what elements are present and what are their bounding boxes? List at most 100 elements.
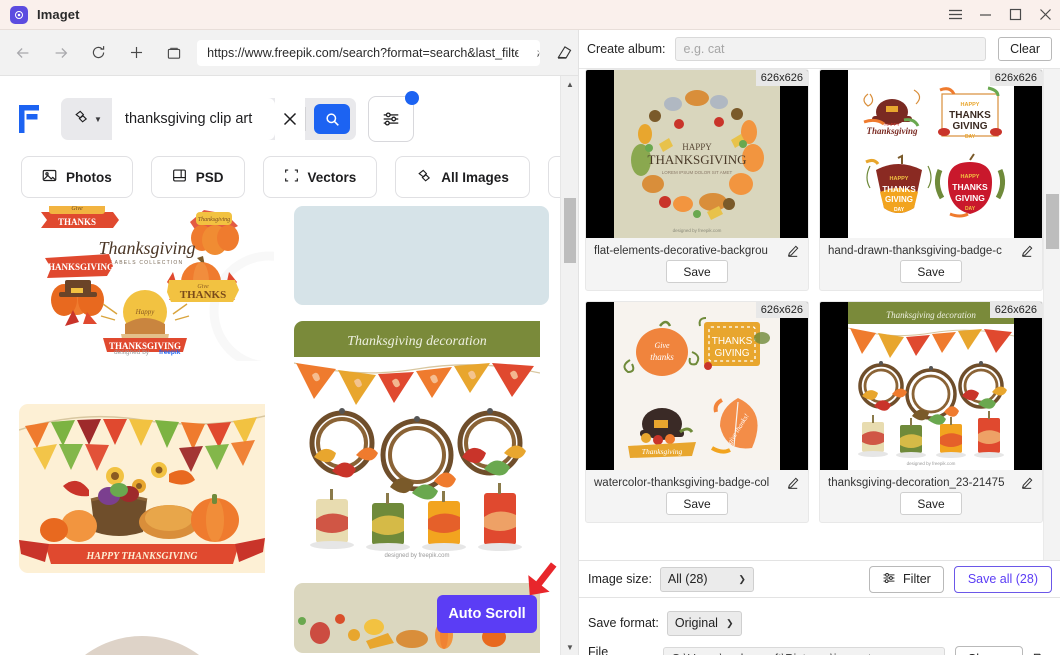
svg-text:designed by freepik.com: designed by freepik.com bbox=[384, 553, 449, 559]
result-card-partial-bottom[interactable] bbox=[19, 613, 274, 655]
clear-button-label: Clear bbox=[1010, 42, 1040, 56]
svg-text:THANKS: THANKS bbox=[882, 185, 916, 194]
file-location-input[interactable]: C:\Users\mobeesoft\Pictures\imaget bbox=[663, 646, 946, 655]
watercolor-badges-artwork: Give thanks THANKS GIVING Thanksgiving g… bbox=[614, 302, 780, 470]
plus-icon[interactable] bbox=[121, 38, 151, 68]
filter-sliders-icon bbox=[383, 112, 399, 126]
tab-psd[interactable]: PSD bbox=[150, 156, 245, 198]
freepik-logo-icon[interactable] bbox=[17, 103, 47, 135]
search-filter-button[interactable] bbox=[368, 91, 419, 142]
image-filename: watercolor-thanksgiving-badge-col bbox=[594, 476, 770, 489]
svg-text:THANKS: THANKS bbox=[180, 289, 226, 301]
back-arrow-icon[interactable] bbox=[8, 38, 38, 68]
image-size-select[interactable]: All (28) ❯ bbox=[659, 566, 754, 592]
tab-vectors[interactable]: Vectors bbox=[262, 156, 378, 198]
pencil-edit-icon[interactable] bbox=[1021, 244, 1034, 257]
window-controls bbox=[940, 0, 1060, 30]
svg-text:Happy: Happy bbox=[135, 308, 156, 316]
tab-manager-icon[interactable] bbox=[159, 38, 189, 68]
image-card[interactable]: Thanksgiving decoration designed by free… bbox=[819, 301, 1043, 523]
save-button[interactable]: Save bbox=[666, 260, 728, 283]
image-card[interactable]: Give thanks THANKS GIVING Thanksgiving g… bbox=[585, 301, 809, 523]
eraser-icon[interactable] bbox=[550, 39, 578, 67]
red-pointer-arrow-icon bbox=[518, 560, 570, 607]
clear-button[interactable]: Clear bbox=[998, 37, 1052, 61]
dimensions-badge: 626x626 bbox=[989, 302, 1042, 318]
search-type-selector[interactable]: ▼ bbox=[61, 98, 112, 140]
image-card[interactable]: Thanksgiving HAPPY HAPPY THANKS GIVING D bbox=[819, 69, 1043, 291]
tab-all-images[interactable]: All Images bbox=[395, 156, 530, 198]
svg-text:Thanksgiving: Thanksgiving bbox=[99, 238, 196, 258]
dimensions-badge: 626x626 bbox=[755, 302, 808, 318]
image-meta-row: watercolor-thanksgiving-badge-col bbox=[586, 470, 808, 492]
forward-arrow-icon[interactable] bbox=[46, 38, 76, 68]
svg-text:HAPPY: HAPPY bbox=[961, 102, 980, 108]
webview-scroll-thumb[interactable] bbox=[564, 198, 576, 263]
svg-text:HAPPY: HAPPY bbox=[682, 142, 712, 152]
chevron-down-icon: ❯ bbox=[725, 617, 734, 628]
address-bar[interactable]: https://www.freepik.com/search?format=se… bbox=[197, 39, 541, 66]
freepik-type-tabs: Photos PSD Vectors All Images bbox=[0, 148, 578, 206]
minimize-icon[interactable] bbox=[970, 0, 1000, 30]
scroll-up-arrow-icon[interactable]: ▲ bbox=[561, 76, 579, 92]
hamburger-menu-icon[interactable] bbox=[940, 0, 970, 30]
panel-scroll-thumb[interactable] bbox=[1046, 194, 1059, 249]
create-album-row: Create album: e.g. cat Clear bbox=[579, 30, 1060, 69]
svg-text:GIVING: GIVING bbox=[955, 193, 985, 203]
change-location-button[interactable]: Change bbox=[955, 646, 1023, 655]
create-album-input[interactable]: e.g. cat bbox=[674, 37, 987, 61]
save-button-label: Save bbox=[917, 496, 945, 511]
folder-open-icon[interactable] bbox=[1033, 651, 1052, 655]
search-input[interactable]: thanksgiving clip art bbox=[111, 98, 275, 140]
search-results-grid: THANKS Give Thanksgiving Thanksgiving LA… bbox=[0, 206, 560, 655]
result-card-thanksgiving-labels[interactable]: THANKS Give Thanksgiving Thanksgiving LA… bbox=[19, 206, 274, 361]
panel-options-bar: Image size: All (28) ❯ Filter Save all (… bbox=[579, 560, 1060, 598]
search-submit-button[interactable] bbox=[314, 104, 350, 134]
all-images-icon bbox=[73, 109, 89, 130]
save-button[interactable]: Save bbox=[900, 260, 962, 283]
create-album-label: Create album: bbox=[587, 42, 666, 56]
image-meta-row: hand-drawn-thanksgiving-badge-c bbox=[820, 238, 1042, 260]
vector-icon bbox=[284, 168, 299, 186]
reload-icon[interactable] bbox=[84, 38, 114, 68]
result-card-placeholder[interactable] bbox=[294, 206, 549, 305]
harvest-banner-artwork: HAPPY THANKSGIVING bbox=[19, 404, 266, 573]
url-text: https://www.freepik.com/search?format=se… bbox=[207, 45, 541, 60]
svg-text:THANKS: THANKS bbox=[952, 182, 988, 192]
save-format-value: Original bbox=[674, 616, 718, 630]
tab-vectors-label: Vectors bbox=[307, 169, 357, 185]
pencil-edit-icon[interactable] bbox=[787, 476, 800, 489]
svg-text:HAPPY: HAPPY bbox=[961, 174, 980, 180]
image-thumbnail[interactable]: Thanksgiving HAPPY HAPPY THANKS GIVING D bbox=[820, 70, 1042, 238]
save-format-select[interactable]: Original ❯ bbox=[666, 610, 742, 636]
save-button[interactable]: Save bbox=[666, 492, 728, 515]
dimensions-badge: 626x626 bbox=[755, 70, 808, 86]
clear-search-icon[interactable] bbox=[275, 98, 305, 140]
dimensions-badge: 626x626 bbox=[989, 70, 1042, 86]
image-card[interactable]: HAPPY THANKSGIVING LOREM IPSUM DOLOR SIT… bbox=[585, 69, 809, 291]
url-fade bbox=[518, 42, 539, 63]
pencil-edit-icon[interactable] bbox=[1021, 476, 1034, 489]
image-thumbnail[interactable]: Give thanks THANKS GIVING Thanksgiving g… bbox=[586, 302, 808, 470]
image-thumbnail[interactable]: Thanksgiving decoration designed by free… bbox=[820, 302, 1042, 470]
image-meta-row: thanksgiving-decoration_23-21475 bbox=[820, 470, 1042, 492]
close-icon[interactable] bbox=[1030, 0, 1060, 30]
result-card-thanksgiving-decoration[interactable]: Thanksgiving decoration designed by free… bbox=[294, 321, 549, 561]
save-all-button[interactable]: Save all (28) bbox=[953, 565, 1052, 593]
filter-button[interactable]: Filter bbox=[869, 565, 944, 593]
svg-text:THANKS: THANKS bbox=[949, 110, 991, 121]
search-query-text: thanksgiving clip art bbox=[124, 111, 253, 127]
save-format-row: Save format: Original ❯ bbox=[579, 608, 1060, 638]
panel-scrollbar[interactable] bbox=[1043, 69, 1060, 560]
scroll-down-arrow-icon[interactable]: ▼ bbox=[561, 639, 579, 655]
tab-photos[interactable]: Photos bbox=[21, 156, 133, 198]
svg-text:GIVING: GIVING bbox=[885, 195, 913, 204]
pencil-edit-icon[interactable] bbox=[787, 244, 800, 257]
result-card-harvest-banner[interactable]: HAPPY THANKSGIVING bbox=[19, 404, 274, 573]
maximize-icon[interactable] bbox=[1000, 0, 1030, 30]
save-button[interactable]: Save bbox=[900, 492, 962, 515]
image-thumbnail[interactable]: HAPPY THANKSGIVING LOREM IPSUM DOLOR SIT… bbox=[586, 70, 808, 238]
photo-icon bbox=[42, 168, 57, 186]
thanksgiving-labels-artwork: THANKS Give Thanksgiving Thanksgiving LA… bbox=[19, 206, 274, 361]
tab-all-images-label: All Images bbox=[441, 169, 509, 185]
